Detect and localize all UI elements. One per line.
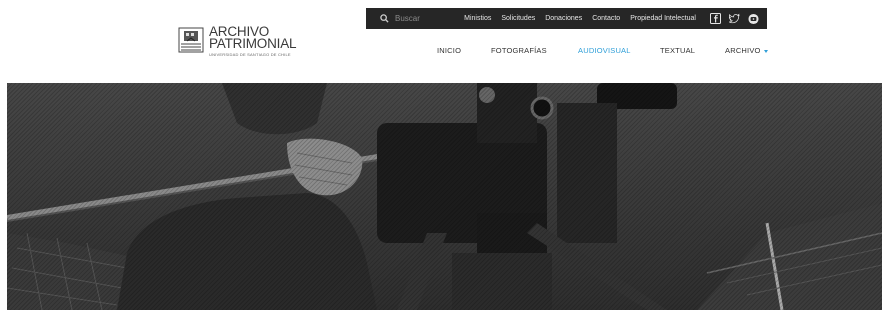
youtube-icon[interactable] — [748, 13, 759, 24]
link-contacto[interactable]: Contacto — [592, 15, 620, 22]
link-donaciones[interactable]: Donaciones — [545, 15, 582, 22]
nav-item-inicio[interactable]: INICIO — [437, 46, 461, 55]
search-box[interactable] — [366, 14, 450, 23]
chevron-down-icon — [763, 49, 768, 53]
search-icon[interactable] — [380, 14, 389, 23]
main-nav: INICIO FOTOGRAFÍAS AUDIOVISUAL TEXTUAL A… — [0, 46, 882, 58]
social-links — [710, 13, 767, 24]
facebook-icon[interactable] — [710, 13, 721, 24]
nav-item-archivo-dropdown[interactable]: ARCHIVO — [725, 46, 768, 55]
nav-item-archivo-label: ARCHIVO — [725, 46, 761, 55]
link-solicitudes[interactable]: Solicitudes — [501, 15, 535, 22]
utility-links: Ministios Solicitudes Donaciones Contact… — [464, 15, 706, 22]
nav-item-fotografias[interactable]: FOTOGRAFÍAS — [491, 46, 547, 55]
link-ministios[interactable]: Ministios — [464, 15, 491, 22]
hero-photo — [7, 83, 882, 310]
link-propiedad-intelectual[interactable]: Propiedad Intelectual — [630, 15, 696, 22]
nav-item-audiovisual[interactable]: AUDIOVISUAL — [578, 46, 631, 55]
utility-bar: Ministios Solicitudes Donaciones Contact… — [366, 8, 767, 29]
hero-banner — [7, 83, 882, 310]
twitter-icon[interactable] — [729, 13, 740, 24]
nav-item-textual[interactable]: TEXTUAL — [660, 46, 695, 55]
search-input[interactable] — [395, 14, 445, 23]
